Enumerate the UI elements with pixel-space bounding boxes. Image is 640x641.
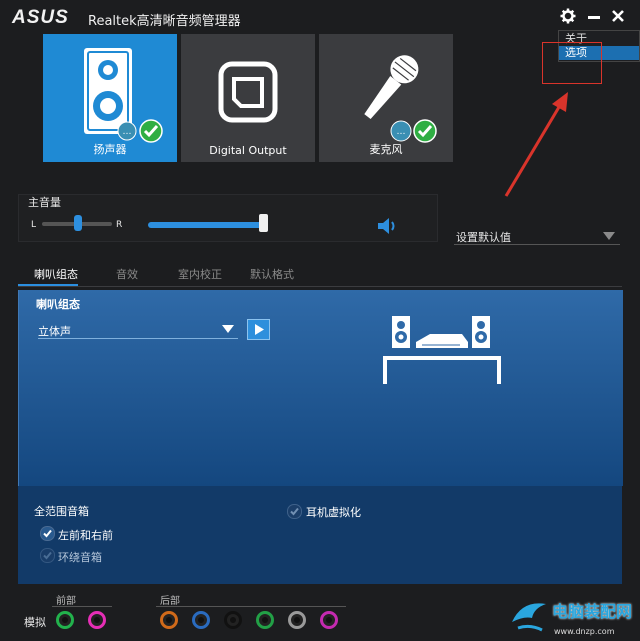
analog-label: 模拟 [24,616,46,629]
rear-jack-2[interactable] [192,611,210,629]
tab-default-format[interactable]: 默认格式 [250,266,294,282]
watermark-logo [512,603,546,632]
rear-divider [156,606,346,607]
annotation-box [542,42,602,84]
device-tile-microphone[interactable]: … 麦克风 [319,34,453,162]
device-label: 麦克风 [369,143,403,156]
headphone-virtual-label: 耳机虚拟化 [306,506,361,519]
rear-jacks-label: 后部 [160,596,180,607]
close-icon[interactable] [608,6,628,26]
chevron-down-icon[interactable] [603,231,615,241]
front-jacks-label: 前部 [56,596,76,607]
rear-jack-4[interactable] [256,611,274,629]
front-lr-label: 左前和右前 [58,529,113,542]
annotation-arrow [504,92,568,197]
digital-output-icon [218,61,278,123]
balance-slider-thumb[interactable] [74,215,82,231]
rear-jack-1[interactable] [160,611,178,629]
rear-jack-5[interactable] [288,611,306,629]
full-range-title: 全范围音箱 [34,505,89,518]
svg-text:…: … [397,127,406,137]
device-tile-speaker[interactable]: … 扬声器 [43,34,177,162]
speaker-volume-icon[interactable] [376,216,398,236]
gear-icon[interactable] [558,6,578,26]
asus-logo: ASUS [12,7,69,28]
rear-jack-3[interactable] [224,611,242,629]
rear-jack-6[interactable] [320,611,338,629]
minimize-icon[interactable] [584,6,604,26]
front-jack-1[interactable] [56,611,74,629]
play-test-button[interactable] [247,319,270,340]
headphone-virtual-checkbox[interactable] [287,504,302,519]
main-volume-title: 主音量 [28,196,61,209]
tab-speaker-config[interactable]: 喇叭组态 [34,266,78,282]
app-title: Realtek高清晰音频管理器 [88,14,241,29]
speaker-config-title: 喇叭组态 [36,298,80,311]
device-label: 扬声器 [93,143,127,156]
speaker-config-dropdown[interactable]: 立体声 [38,320,238,339]
chevron-down-icon[interactable] [222,324,234,334]
balance-left-label: L [31,220,37,230]
set-default-label[interactable]: 设置默认值 [456,229,511,245]
svg-text:…: … [123,127,132,137]
active-tab-indicator [18,284,78,286]
balance-right-label: R [116,220,123,230]
tab-sound-effects[interactable]: 音效 [116,266,138,282]
play-icon [255,324,264,335]
stereo-speakers-illustration [383,316,501,384]
surround-checkbox[interactable] [40,548,55,563]
tab-bar: 喇叭组态 音效 室内校正 默认格式 [18,262,622,287]
speaker-config-selected: 立体声 [38,325,71,338]
default-dropdown-underline [454,244,620,245]
surround-label: 环绕音箱 [58,551,102,564]
front-jack-2[interactable] [88,611,106,629]
watermark-text: 电脑装配网 [552,602,633,621]
watermark-url: www.dnzp.com [554,627,615,636]
front-divider [52,606,112,607]
device-tile-digital-output[interactable]: Digital Output [181,34,315,162]
device-label: Digital Output [209,144,287,157]
volume-slider[interactable] [148,222,264,228]
volume-slider-thumb[interactable] [259,214,268,232]
front-lr-checkbox[interactable] [40,526,55,541]
tab-room-correction[interactable]: 室内校正 [178,266,222,282]
